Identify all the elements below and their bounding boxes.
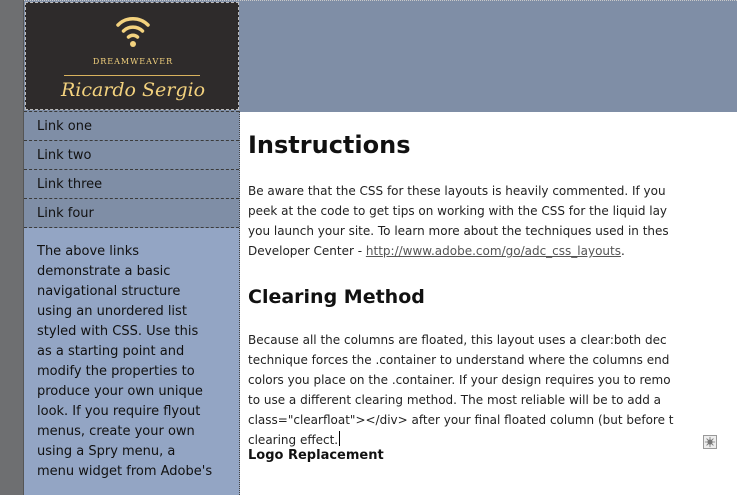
logo-brand-text: DREAMWEAVER [92,57,174,66]
clearing-line: Because all the columns are floated, thi… [248,333,667,347]
clearing-paragraph: Because all the columns are floated, thi… [248,330,674,450]
sidebar-description-line: modify the properties to [37,364,195,379]
clearing-last-text: clearing effect. [248,433,339,447]
sidebar-description-line: The above links [37,244,140,259]
intro-line: Be aware that the CSS for these layouts … [248,184,666,198]
sidebar-description-line: menu widget from Adobe's [37,464,213,479]
page-title: Instructions [248,131,411,159]
logo-signature: Ricardo Sergio [60,79,206,101]
clearing-method-heading: Clearing Method [248,286,425,308]
sidebar-description-line: navigational structure [37,284,181,299]
logo-divider [64,75,200,76]
clearing-line: colors you place on the .container. If y… [248,373,671,387]
intro-suffix: . [620,244,625,258]
sidebar-description-line: demonstrate a basic [37,264,171,279]
sidebar-description-line: produce your own unique [37,384,203,399]
clearing-line: class="clearfloat"></div> after your fin… [248,413,674,427]
sidebar-description-line: styled with CSS. Use this [37,324,199,339]
clearing-line-last: clearing effect. [248,430,674,450]
sidebar-item-link-two[interactable]: Link two [24,141,239,170]
clearing-line: technique forces the .container to under… [248,353,670,367]
sidebar-item-link-one[interactable]: Link one [24,111,239,141]
sidebar-description-line: look. If you require flyout [37,404,201,419]
clearing-line: to use a different clearing method. The … [248,393,662,407]
sidebar-description-line: using a Spry menu, a [37,444,176,459]
text-cursor [339,431,341,446]
intro-line: you launch your site. To learn more abou… [248,224,669,238]
intro-paragraph: Be aware that the CSS for these layouts … [248,181,669,261]
intro-line: peek at the code to get tips on working … [248,204,668,218]
adc-css-layouts-link[interactable]: http://www.adobe.com/go/adc_css_layouts [366,244,621,258]
logo-replacement-heading: Logo Replacement [248,448,384,463]
wifi-icon [116,17,150,47]
sidebar-item-link-three[interactable]: Link three [24,170,239,199]
sidebar-description-line: as a starting point and [37,344,185,359]
intro-line-last: Developer Center - http://www.adobe.com/… [248,241,669,261]
sidebar: Link one Link two Link three Link four T… [24,111,240,495]
invisible-element-marker-icon[interactable] [703,435,717,449]
main-content[interactable]: Instructions Be aware that the CSS for t… [248,111,737,495]
intro-prefix: Developer Center - [248,244,366,258]
sidebar-description: The above links demonstrate a basic navi… [24,228,239,482]
document-left-gutter [0,0,24,495]
sidebar-nav: Link one Link two Link three Link four [24,111,239,228]
sidebar-description-line: menus, create your own [37,424,195,439]
sidebar-item-link-four[interactable]: Link four [24,199,239,228]
logo[interactable]: DREAMWEAVER Ricardo Sergio [25,2,239,110]
sidebar-description-line: using an unordered list [37,304,187,319]
